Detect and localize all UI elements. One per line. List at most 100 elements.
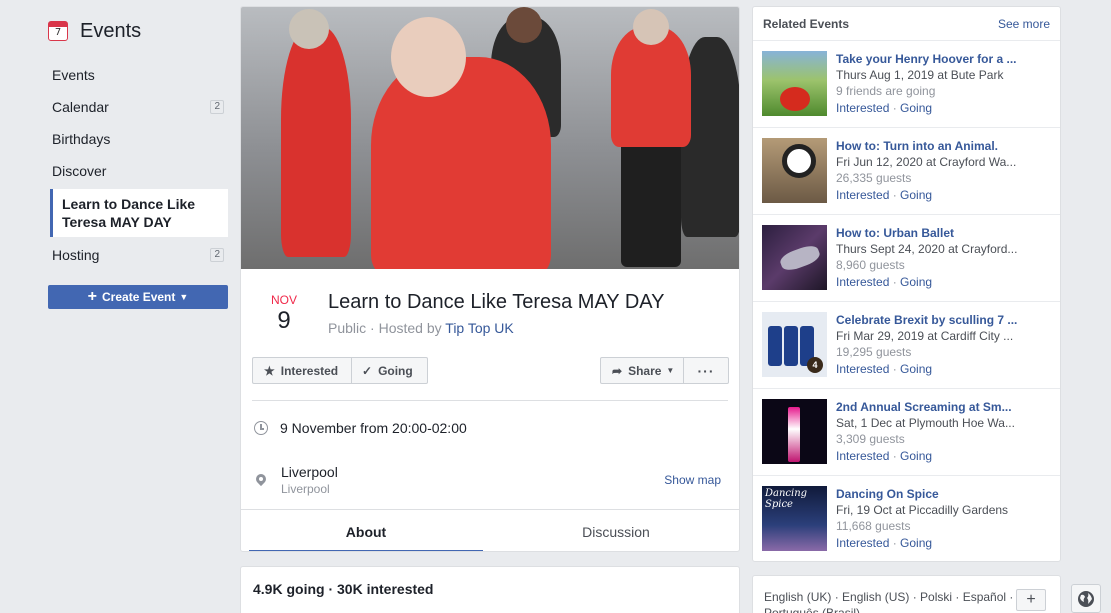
sidebar-item-calendar[interactable]: Calendar 2	[44, 91, 228, 123]
thumb-text: Dancing	[765, 488, 808, 499]
attendance-card: 4.9K going · 30K interested	[240, 566, 740, 613]
related-event-date: Fri, 19 Oct at Piccadilly Gardens	[836, 503, 1009, 517]
related-event-name[interactable]: How to: Urban Ballet	[836, 225, 1051, 241]
map-pin-icon	[256, 474, 266, 488]
related-event-item: How to: Turn into an Animal. Fri Jun 12,…	[753, 128, 1060, 215]
related-event-item: Dancing Spice Dancing On Spice Fri, 19 Oc…	[753, 476, 1060, 561]
related-event-name[interactable]: 2nd Annual Screaming at Sm...	[836, 399, 1051, 415]
event-date-badge: NOV 9	[267, 293, 301, 335]
going-button[interactable]: ✓ Going	[351, 357, 428, 384]
globe-icon[interactable]	[1071, 584, 1101, 613]
interested-link[interactable]: Interested	[836, 362, 889, 376]
sidebar-item-current-event[interactable]: Learn to Dance Like Teresa MAY DAY	[50, 189, 228, 237]
attendance-stats[interactable]: 4.9K going · 30K interested	[253, 581, 433, 597]
related-event-name[interactable]: Celebrate Brexit by sculling 7 ...	[836, 312, 1051, 328]
related-event-date: Fri Jun 12, 2020 at Crayford Wa...	[836, 155, 1017, 169]
related-event-date: Fri Mar 29, 2019 at Cardiff City ...	[836, 329, 1014, 343]
language-links[interactable]: English (UK) · English (US) · Polski · E…	[764, 589, 1014, 613]
event-cover-photo[interactable]	[241, 7, 739, 269]
sidebar-item-birthdays[interactable]: Birthdays	[44, 123, 228, 155]
related-event-name[interactable]: Dancing On Spice	[836, 486, 1051, 502]
create-event-button[interactable]: + Create Event ▼	[48, 285, 228, 309]
thumb-text: Spice	[765, 499, 793, 510]
sidebar-item-hosting[interactable]: Hosting 2	[44, 239, 228, 271]
caret-down-icon: ▼	[179, 292, 189, 302]
interested-button[interactable]: ★ Interested	[252, 357, 351, 384]
related-event-guests: 19,295 guests	[836, 345, 912, 359]
event-thumbnail[interactable]: 4	[762, 312, 827, 377]
related-event-item: 2nd Annual Screaming at Sm... Sat, 1 Dec…	[753, 389, 1060, 476]
tab-discussion[interactable]: Discussion	[491, 510, 739, 551]
event-card: NOV 9 Learn to Dance Like Teresa MAY DAY…	[240, 6, 740, 552]
sidebar-title: Events	[80, 19, 142, 42]
sidebar-item-discover[interactable]: Discover	[44, 155, 228, 187]
event-thumbnail[interactable]	[762, 399, 827, 464]
divider	[252, 400, 728, 401]
interested-link[interactable]: Interested	[836, 188, 889, 202]
event-thumbnail[interactable]	[762, 51, 827, 116]
related-event-guests: 11,668 guests	[836, 519, 911, 533]
add-language-button[interactable]: +	[1016, 589, 1046, 611]
sidebar-item-events[interactable]: Events	[44, 59, 228, 91]
related-event-date: Sat, 1 Dec at Plymouth Hoe Wa...	[836, 416, 1015, 430]
event-tabs: About Discussion	[241, 509, 739, 551]
going-link[interactable]: Going	[900, 101, 932, 115]
related-event-date: Thurs Aug 1, 2019 at Bute Park	[836, 68, 1004, 82]
event-title: Learn to Dance Like Teresa MAY DAY	[328, 291, 665, 313]
related-event-date: Thurs Sept 24, 2020 at Crayford...	[836, 242, 1018, 256]
calendar-icon: 7	[48, 21, 68, 41]
related-event-name[interactable]: How to: Turn into an Animal.	[836, 138, 1051, 154]
related-event-item: Take your Henry Hoover for a ... Thurs A…	[753, 41, 1060, 128]
location-name[interactable]: Liverpool	[281, 464, 338, 481]
share-arrow-icon: ➦	[612, 363, 623, 378]
related-event-guests: 8,960 guests	[836, 258, 905, 272]
tab-about[interactable]: About	[241, 510, 491, 551]
going-link[interactable]: Going	[900, 449, 932, 463]
going-link[interactable]: Going	[900, 536, 932, 550]
event-day: 9	[277, 307, 291, 334]
sidebar-header: 7 Events	[44, 14, 228, 48]
count-badge: 2	[210, 248, 224, 262]
location-subtitle: Liverpool	[281, 482, 330, 496]
checkmark-icon: ✓	[362, 363, 373, 378]
related-event-guests: 9 friends are going	[836, 84, 936, 98]
event-time-row: 9 November from 20:00-02:00	[254, 420, 467, 436]
related-event-item: 4 Celebrate Brexit by sculling 7 ... Fri…	[753, 302, 1060, 389]
going-link[interactable]: Going	[900, 275, 932, 289]
going-link[interactable]: Going	[900, 188, 932, 202]
clock-icon	[254, 421, 268, 435]
show-map-link[interactable]: Show map	[664, 473, 721, 487]
related-events-panel: Related Events See more Take your Henry …	[752, 6, 1061, 562]
plus-icon: +	[87, 288, 98, 305]
more-dots-icon: ···	[697, 362, 715, 379]
related-event-guests: 3,309 guests	[836, 432, 905, 446]
event-thumbnail[interactable]	[762, 138, 827, 203]
event-location-row: Liverpool Liverpool	[254, 464, 338, 497]
related-event-name[interactable]: Take your Henry Hoover for a ...	[836, 51, 1051, 67]
star-icon: ★	[264, 363, 275, 378]
interested-link[interactable]: Interested	[836, 101, 889, 115]
event-subtitle: Public · Hosted by Tip Top UK	[328, 320, 514, 336]
left-sidebar: 7 Events Events Calendar 2 Birthdays Disc…	[44, 14, 228, 309]
host-link[interactable]: Tip Top UK	[445, 320, 513, 336]
share-button[interactable]: ➦ Share ▼	[600, 357, 684, 384]
event-thumbnail[interactable]: Dancing Spice	[762, 486, 827, 551]
related-events-header: Related Events See more	[753, 7, 1060, 41]
event-time: 9 November from 20:00-02:00	[280, 420, 467, 436]
related-event-guests: 26,335 guests	[836, 171, 912, 185]
interested-link[interactable]: Interested	[836, 449, 889, 463]
event-month: NOV	[270, 293, 297, 307]
related-events-title: Related Events	[763, 16, 850, 31]
language-selector-card: English (UK) · English (US) · Polski · E…	[752, 575, 1061, 613]
event-privacy: Public	[328, 320, 367, 336]
see-more-link[interactable]: See more	[998, 17, 1050, 31]
sidebar-nav: Events Calendar 2 Birthdays Discover Lear…	[44, 59, 228, 271]
more-options-button[interactable]: ···	[684, 357, 729, 384]
event-thumbnail[interactable]	[762, 225, 827, 290]
interested-link[interactable]: Interested	[836, 275, 889, 289]
caret-down-icon: ▼	[666, 366, 675, 375]
going-link[interactable]: Going	[900, 362, 932, 376]
hosted-by-prefix: Hosted by	[378, 320, 442, 336]
count-badge: 2	[210, 100, 224, 114]
interested-link[interactable]: Interested	[836, 536, 889, 550]
